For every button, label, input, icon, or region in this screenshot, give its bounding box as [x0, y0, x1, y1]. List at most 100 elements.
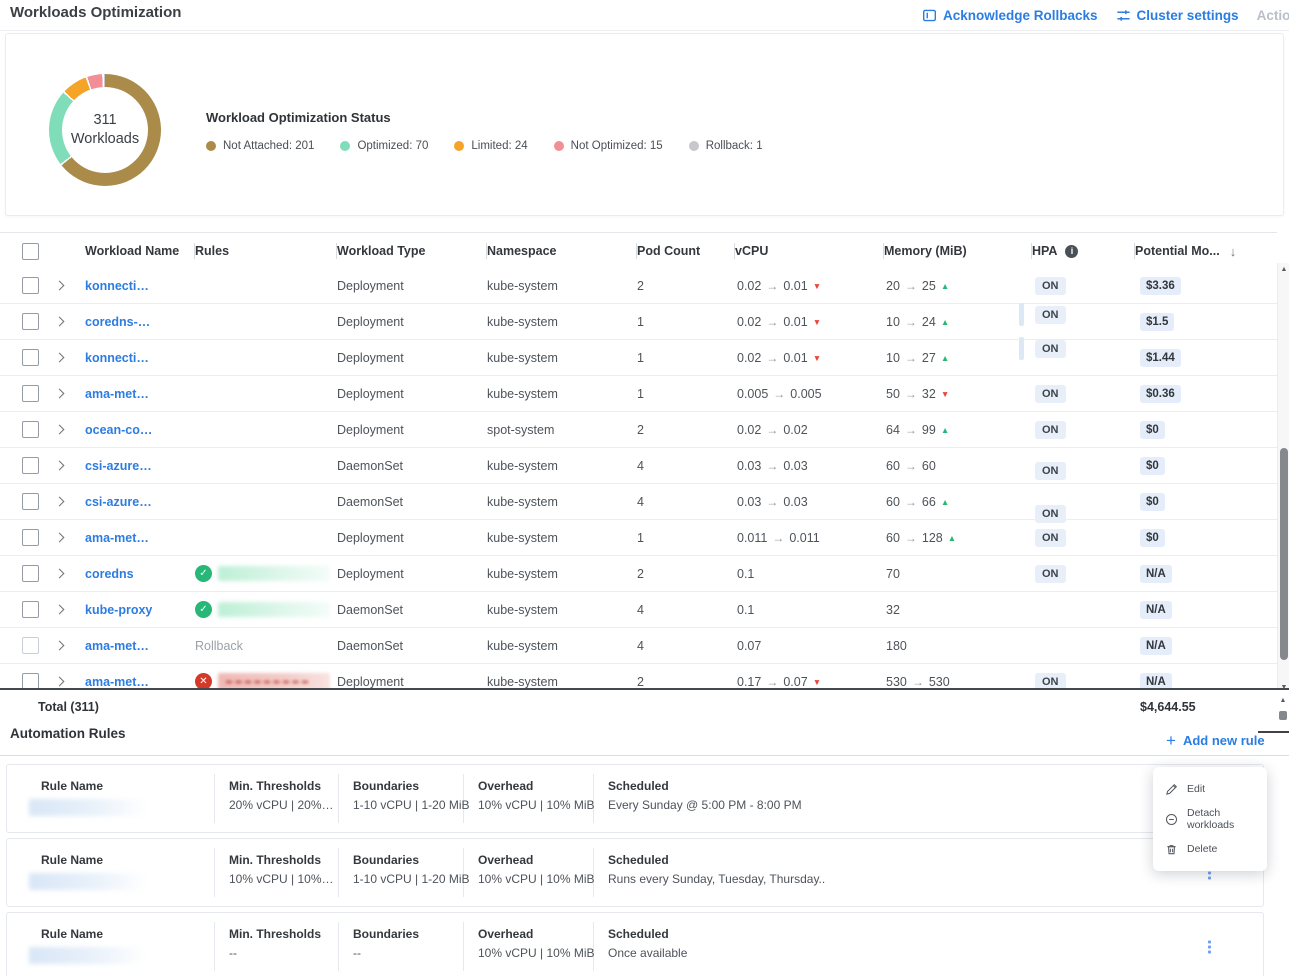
rule-field-label: Min. Thresholds [229, 927, 321, 941]
cluster-settings-button[interactable]: Cluster settings [1116, 8, 1239, 23]
vcpu-value: 0.1 [735, 592, 884, 627]
pod-count: 2 [637, 556, 735, 591]
col-namespace[interactable]: Namespace [487, 244, 557, 258]
col-memory[interactable]: Memory (MiB) [884, 244, 967, 258]
row-checkbox[interactable] [22, 457, 39, 474]
workload-name-link[interactable]: coredns-… [78, 315, 150, 329]
expand-chevron-icon[interactable] [54, 605, 64, 615]
legend-label: Not Attached: 201 [223, 140, 314, 152]
sort-desc-icon[interactable]: ↓ [1230, 244, 1237, 259]
workload-name-link[interactable]: konnecti… [78, 279, 149, 293]
vcpu-value: 0.02→0.01▼ [735, 304, 884, 339]
row-checkbox[interactable] [22, 529, 39, 546]
col-potential-savings[interactable]: Potential Mo... [1135, 244, 1220, 258]
rule-cell: ✓ [195, 556, 337, 591]
acknowledge-rollbacks-button[interactable]: Acknowledge Rollbacks [922, 8, 1098, 23]
col-workload-name[interactable]: Workload Name [85, 244, 179, 258]
legend-dot-icon [340, 141, 350, 151]
expand-chevron-icon[interactable] [54, 641, 64, 651]
col-hpa[interactable]: HPA [1032, 244, 1057, 258]
menu-item-edit[interactable]: Edit [1153, 774, 1267, 804]
workload-name-link[interactable]: ama-met… [78, 387, 149, 401]
donut-total-value: 311 [93, 111, 116, 130]
legend-item: Limited: 24 [454, 140, 527, 152]
workload-name-link[interactable]: konnecti… [78, 351, 149, 365]
row-checkbox[interactable] [22, 565, 39, 582]
add-new-rule-button[interactable]: + Add new rule [1166, 732, 1265, 749]
col-rules[interactable]: Rules [195, 244, 229, 258]
workload-type: Deployment [337, 304, 487, 339]
workload-name-link[interactable]: ama-met… [78, 675, 149, 689]
rule-menu-kebab-icon[interactable] [1204, 936, 1215, 957]
expand-chevron-icon[interactable] [54, 677, 64, 687]
expand-chevron-icon[interactable] [54, 425, 64, 435]
row-checkbox[interactable] [22, 637, 39, 654]
pod-count: 4 [637, 448, 735, 483]
rule-cell [195, 304, 337, 339]
workload-name-link[interactable]: ama-met… [78, 531, 149, 545]
row-checkbox[interactable] [22, 421, 39, 438]
rule-field-value: Once available [608, 946, 687, 960]
arrow-right-icon: → [905, 315, 917, 329]
scroll-up-icon[interactable]: ▲ [1278, 266, 1289, 273]
trend-down-icon: ▼ [941, 389, 949, 399]
detach-workloads-icon [1165, 813, 1178, 826]
row-checkbox[interactable] [22, 493, 39, 510]
workload-type: DaemonSet [337, 592, 487, 627]
expand-chevron-icon[interactable] [54, 317, 64, 327]
table-row: kube-proxy✓DaemonSetkube-system40.132N/A [0, 592, 1277, 628]
secondary-scroll-up-icon[interactable]: ▲ [1277, 697, 1289, 709]
expand-chevron-icon[interactable] [54, 353, 64, 363]
table-row: coredns-…Deploymentkube-system10.02→0.01… [0, 304, 1277, 340]
select-all-checkbox[interactable] [22, 243, 39, 260]
expand-chevron-icon[interactable] [54, 281, 64, 291]
legend-label: Limited: 24 [471, 140, 527, 152]
workload-name-link[interactable]: ama-met… [78, 639, 149, 653]
hpa-info-icon[interactable]: i [1065, 245, 1078, 258]
rule-field-value: 10% vCPU | 10% MiB [478, 946, 595, 960]
workload-type: Deployment [337, 520, 487, 555]
rule-field-value: Runs every Sunday, Tuesday, Thursday.. [608, 872, 825, 886]
expand-chevron-icon[interactable] [54, 389, 64, 399]
workloads-table-body: konnecti…Deploymentkube-system20.02→0.01… [0, 268, 1277, 699]
legend-item: Rollback: 1 [689, 140, 763, 152]
rule-field-value: -- [229, 946, 321, 960]
menu-item-detach-workloads[interactable]: Detach workloads [1153, 804, 1267, 834]
hpa-badge: ON [1035, 565, 1066, 583]
workload-type: Deployment [337, 340, 487, 375]
col-workload-type[interactable]: Workload Type [337, 244, 425, 258]
row-checkbox[interactable] [22, 601, 39, 618]
automation-rules-title: Automation Rules [10, 726, 126, 741]
expand-chevron-icon[interactable] [54, 461, 64, 471]
legend-item: Not Optimized: 15 [554, 140, 663, 152]
col-pod-count[interactable]: Pod Count [637, 244, 700, 258]
row-checkbox[interactable] [22, 313, 39, 330]
workload-name-link[interactable]: coredns [78, 567, 134, 581]
secondary-scrollbar-thumb[interactable] [1279, 711, 1287, 720]
hpa-badge: ON [1035, 277, 1066, 295]
expand-chevron-icon[interactable] [54, 497, 64, 507]
row-checkbox[interactable] [22, 349, 39, 366]
actions-button[interactable]: Action [1257, 8, 1289, 23]
scrollbar-thumb[interactable] [1280, 448, 1288, 660]
cluster-settings-label: Cluster settings [1137, 8, 1239, 23]
workload-name-link[interactable]: csi-azure… [78, 495, 152, 509]
workload-name-link[interactable]: ocean-co… [78, 423, 152, 437]
table-row: csi-azure…DaemonSetkube-system40.03→0.03… [0, 484, 1277, 520]
row-checkbox[interactable] [22, 277, 39, 294]
menu-item-delete[interactable]: Delete [1153, 834, 1267, 864]
potential-savings-badge: $1.44 [1140, 349, 1181, 367]
row-checkbox[interactable] [22, 385, 39, 402]
expand-chevron-icon[interactable] [54, 569, 64, 579]
col-vcpu[interactable]: vCPU [735, 244, 768, 258]
arrow-right-icon: → [766, 495, 778, 509]
trend-up-icon: ▲ [941, 353, 949, 363]
table-scrollbar[interactable]: ▲ ▼ [1277, 263, 1289, 694]
acknowledge-rollbacks-icon [922, 8, 937, 23]
expand-chevron-icon[interactable] [54, 533, 64, 543]
potential-savings-badge: $0 [1140, 457, 1165, 475]
workload-name-link[interactable]: kube-proxy [78, 603, 152, 617]
workload-name-link[interactable]: csi-azure… [78, 459, 152, 473]
optimization-summary-card: 311 Workloads Workload Optimization Stat… [5, 33, 1284, 216]
trend-down-icon: ▼ [813, 677, 821, 687]
